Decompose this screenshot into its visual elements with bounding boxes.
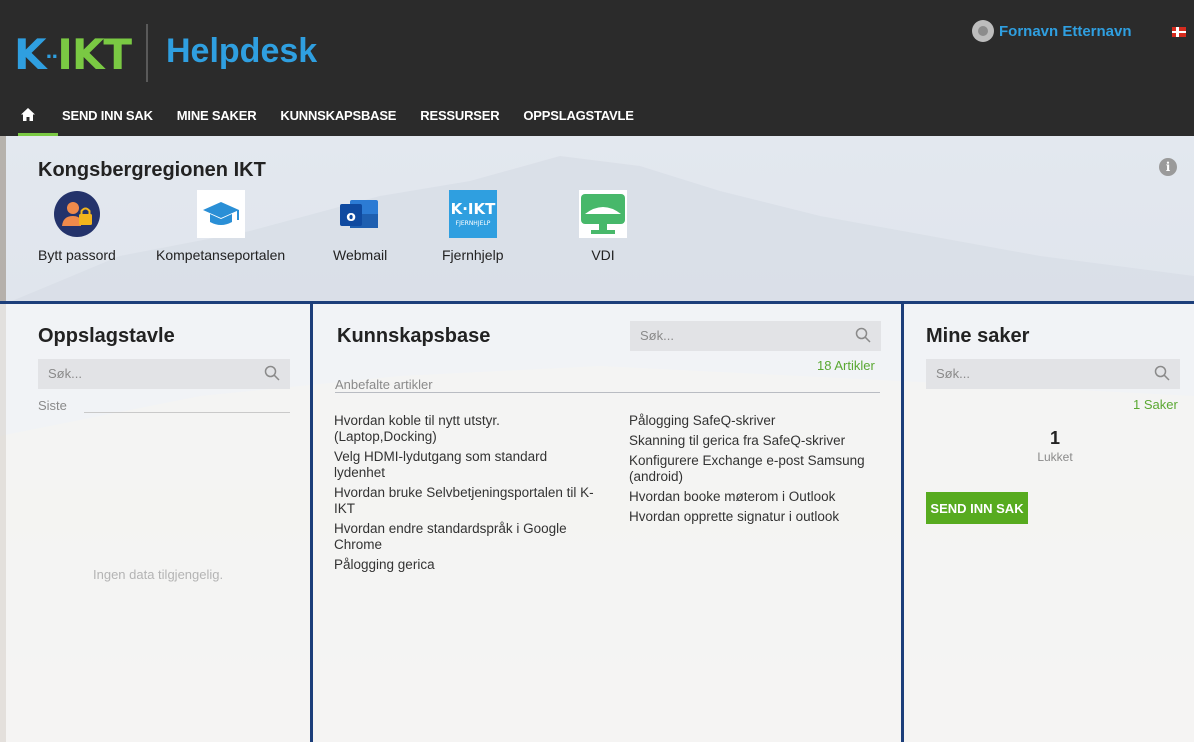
app-title[interactable]: Helpdesk (166, 32, 317, 71)
nav-ressurser[interactable]: RESSURSER (420, 100, 499, 136)
search-icon[interactable] (1154, 365, 1170, 381)
apps-section-title: Kongsbergregionen IKT (38, 159, 266, 181)
fjernhjelp-icon-text: K·IKT (450, 200, 496, 218)
search-icon[interactable] (855, 327, 871, 343)
graduation-cap-icon (196, 190, 245, 238)
app-bytt-passord[interactable]: Bytt passord (38, 190, 116, 263)
closed-case-label: Lukket (1037, 450, 1073, 464)
search-icon[interactable] (264, 365, 280, 381)
avatar-icon (972, 20, 994, 42)
app-label: VDI (591, 247, 615, 263)
article-link[interactable]: Hvordan endre standardspråk i Google Chr… (334, 521, 594, 553)
kunnskapsbase-search-input[interactable]: Søk... (630, 321, 881, 351)
app-kompetanseportalen[interactable]: Kompetanseportalen (156, 190, 285, 263)
fjernhjelp-icon-subtext: FJERNHJELP (455, 220, 490, 227)
search-placeholder: Søk... (640, 328, 674, 343)
mine-saker-title: Mine saker (926, 325, 1030, 347)
top-bar: K··IKT Helpdesk Fornavn Etternavn SEND I… (0, 0, 1194, 136)
kikt-logo[interactable]: K··IKT (14, 30, 132, 82)
vdi-monitor-icon (579, 190, 627, 238)
nav-oppslagstavle[interactable]: OPPSLAGSTAVLE (523, 100, 634, 136)
recommended-label: Anbefalte artikler (335, 377, 433, 392)
app-label: Bytt passord (38, 247, 116, 263)
article-link[interactable]: Hvordan bruke Selvbetjeningsportalen til… (334, 485, 594, 517)
nav-send-inn-sak[interactable]: SEND INN SAK (62, 100, 153, 136)
search-placeholder: Søk... (48, 366, 82, 381)
case-count: 1 Saker (1133, 397, 1178, 412)
app-webmail[interactable]: o Webmail (333, 190, 387, 263)
nav-mine-saker[interactable]: MINE SAKER (177, 100, 257, 136)
app-label: Kompetanseportalen (156, 247, 286, 263)
article-count: 18 Artikler (817, 358, 875, 373)
logo-dots: ·· (45, 46, 59, 68)
logo-prefix: K (14, 30, 47, 79)
article-link[interactable]: Hvordan opprette signatur i outlook (629, 509, 889, 525)
oppslagstavle-title: Oppslagstavle (38, 325, 175, 347)
user-name[interactable]: Fornavn Etternavn (999, 23, 1132, 40)
app-fjernhjelp[interactable]: K·IKT FJERNHJELP Fjernhjelp (442, 190, 503, 263)
norway-flag-icon[interactable] (1172, 27, 1186, 37)
article-link[interactable]: Pålogging SafeQ-skriver (629, 413, 889, 429)
articles-right-list: Pålogging SafeQ-skriver Skanning til ger… (629, 413, 889, 529)
logo-divider (146, 24, 148, 82)
info-icon[interactable]: i (1159, 158, 1177, 176)
nav-kunnskapsbase[interactable]: KUNNSKAPSBASE (280, 100, 396, 136)
kunnskapsbase-title: Kunnskapsbase (337, 325, 491, 347)
recent-divider (84, 412, 290, 413)
article-link[interactable]: Hvordan booke møterom i Outlook (629, 489, 889, 505)
article-link[interactable]: Konfigurere Exchange e-post Samsung (and… (629, 453, 889, 485)
nav-home[interactable] (18, 100, 58, 136)
article-link[interactable]: Velg HDMI-lydutgang som standard lydenhe… (334, 449, 594, 481)
app-label: Webmail (333, 247, 388, 263)
outlook-icon: o (336, 190, 384, 238)
main-nav: SEND INN SAK MINE SAKER KUNNSKAPSBASE RE… (18, 100, 658, 136)
send-inn-sak-button[interactable]: SEND INN SAK (926, 492, 1028, 524)
search-placeholder: Søk... (936, 366, 970, 381)
recent-label: Siste (38, 398, 67, 413)
article-link[interactable]: Hvordan koble til nytt utstyr. (Laptop,D… (334, 413, 594, 445)
app-vdi[interactable]: VDI (579, 190, 627, 263)
empty-state-text: Ingen data tilgjengelig. (93, 567, 224, 582)
logo-main: IKT (57, 30, 132, 79)
article-link[interactable]: Skanning til gerica fra SafeQ-skriver (629, 433, 889, 449)
closed-case-count[interactable]: 1 (1040, 428, 1070, 449)
oppslagstavle-search-input[interactable]: Søk... (38, 359, 290, 389)
webmail-icon-letter: o (346, 209, 356, 225)
article-link[interactable]: Pålogging gerica (334, 557, 594, 573)
kikt-fjernhjelp-icon: K·IKT FJERNHJELP (448, 190, 497, 238)
articles-left-list: Hvordan koble til nytt utstyr. (Laptop,D… (334, 413, 594, 577)
mine-saker-search-input[interactable]: Søk... (926, 359, 1180, 389)
app-label: Fjernhjelp (442, 247, 504, 263)
user-menu[interactable]: Fornavn Etternavn (972, 20, 1132, 42)
home-icon (21, 108, 35, 121)
password-user-icon (53, 190, 101, 238)
recommended-divider (335, 392, 880, 393)
